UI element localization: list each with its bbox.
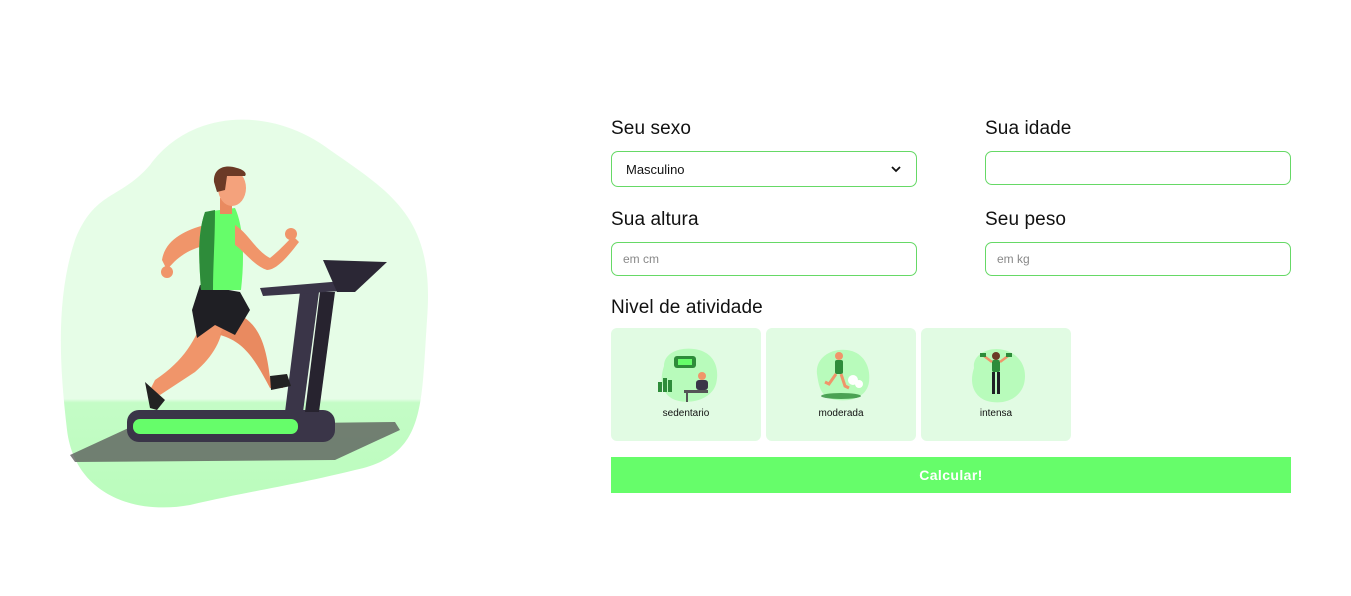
treadmill-belt	[133, 419, 298, 434]
activity-option-label: intensa	[979, 408, 1013, 419]
height-label: Sua altura	[611, 209, 699, 230]
sex-field: Seu sexo Masculino	[611, 116, 917, 187]
height-input[interactable]: em cm	[611, 242, 917, 276]
treadmill-illustration	[60, 119, 429, 508]
age-label: Sua idade	[985, 118, 1072, 139]
chevron-down-icon	[891, 166, 901, 173]
age-input[interactable]	[985, 151, 1291, 185]
activity-option-sedentario[interactable]: sedentario	[611, 328, 761, 441]
activity-option-moderada[interactable]: moderada	[766, 328, 916, 441]
activity-option-label: sedentario	[662, 408, 710, 419]
weight-label: Seu peso	[985, 209, 1067, 230]
calculate-button[interactable]: Calcular!	[611, 457, 1291, 493]
weight-input[interactable]: em kg	[985, 242, 1291, 276]
running-person-icon	[816, 349, 870, 401]
sedentary-person-icon	[658, 348, 718, 402]
activity-option-intensa[interactable]: intensa	[921, 328, 1071, 441]
workout-person-icon	[972, 348, 1026, 403]
sex-label: Seu sexo	[611, 118, 692, 139]
age-field: Sua idade	[985, 116, 1291, 187]
calculator-form: Seu sexo Masculino Sua idade Sua altura …	[611, 116, 1291, 493]
weight-field: Seu peso em kg	[985, 207, 1291, 276]
height-field: Sua altura em cm	[611, 207, 917, 276]
sex-select[interactable]: Masculino	[611, 151, 917, 187]
activity-options: sedentario moderada intensa	[611, 328, 1291, 441]
sex-select-value: Masculino	[626, 161, 685, 177]
activity-level-label: Nivel de atividade	[611, 297, 763, 318]
height-input-placeholder: em cm	[623, 252, 659, 266]
activity-option-label: moderada	[818, 408, 864, 419]
weight-input-placeholder: em kg	[997, 252, 1030, 266]
